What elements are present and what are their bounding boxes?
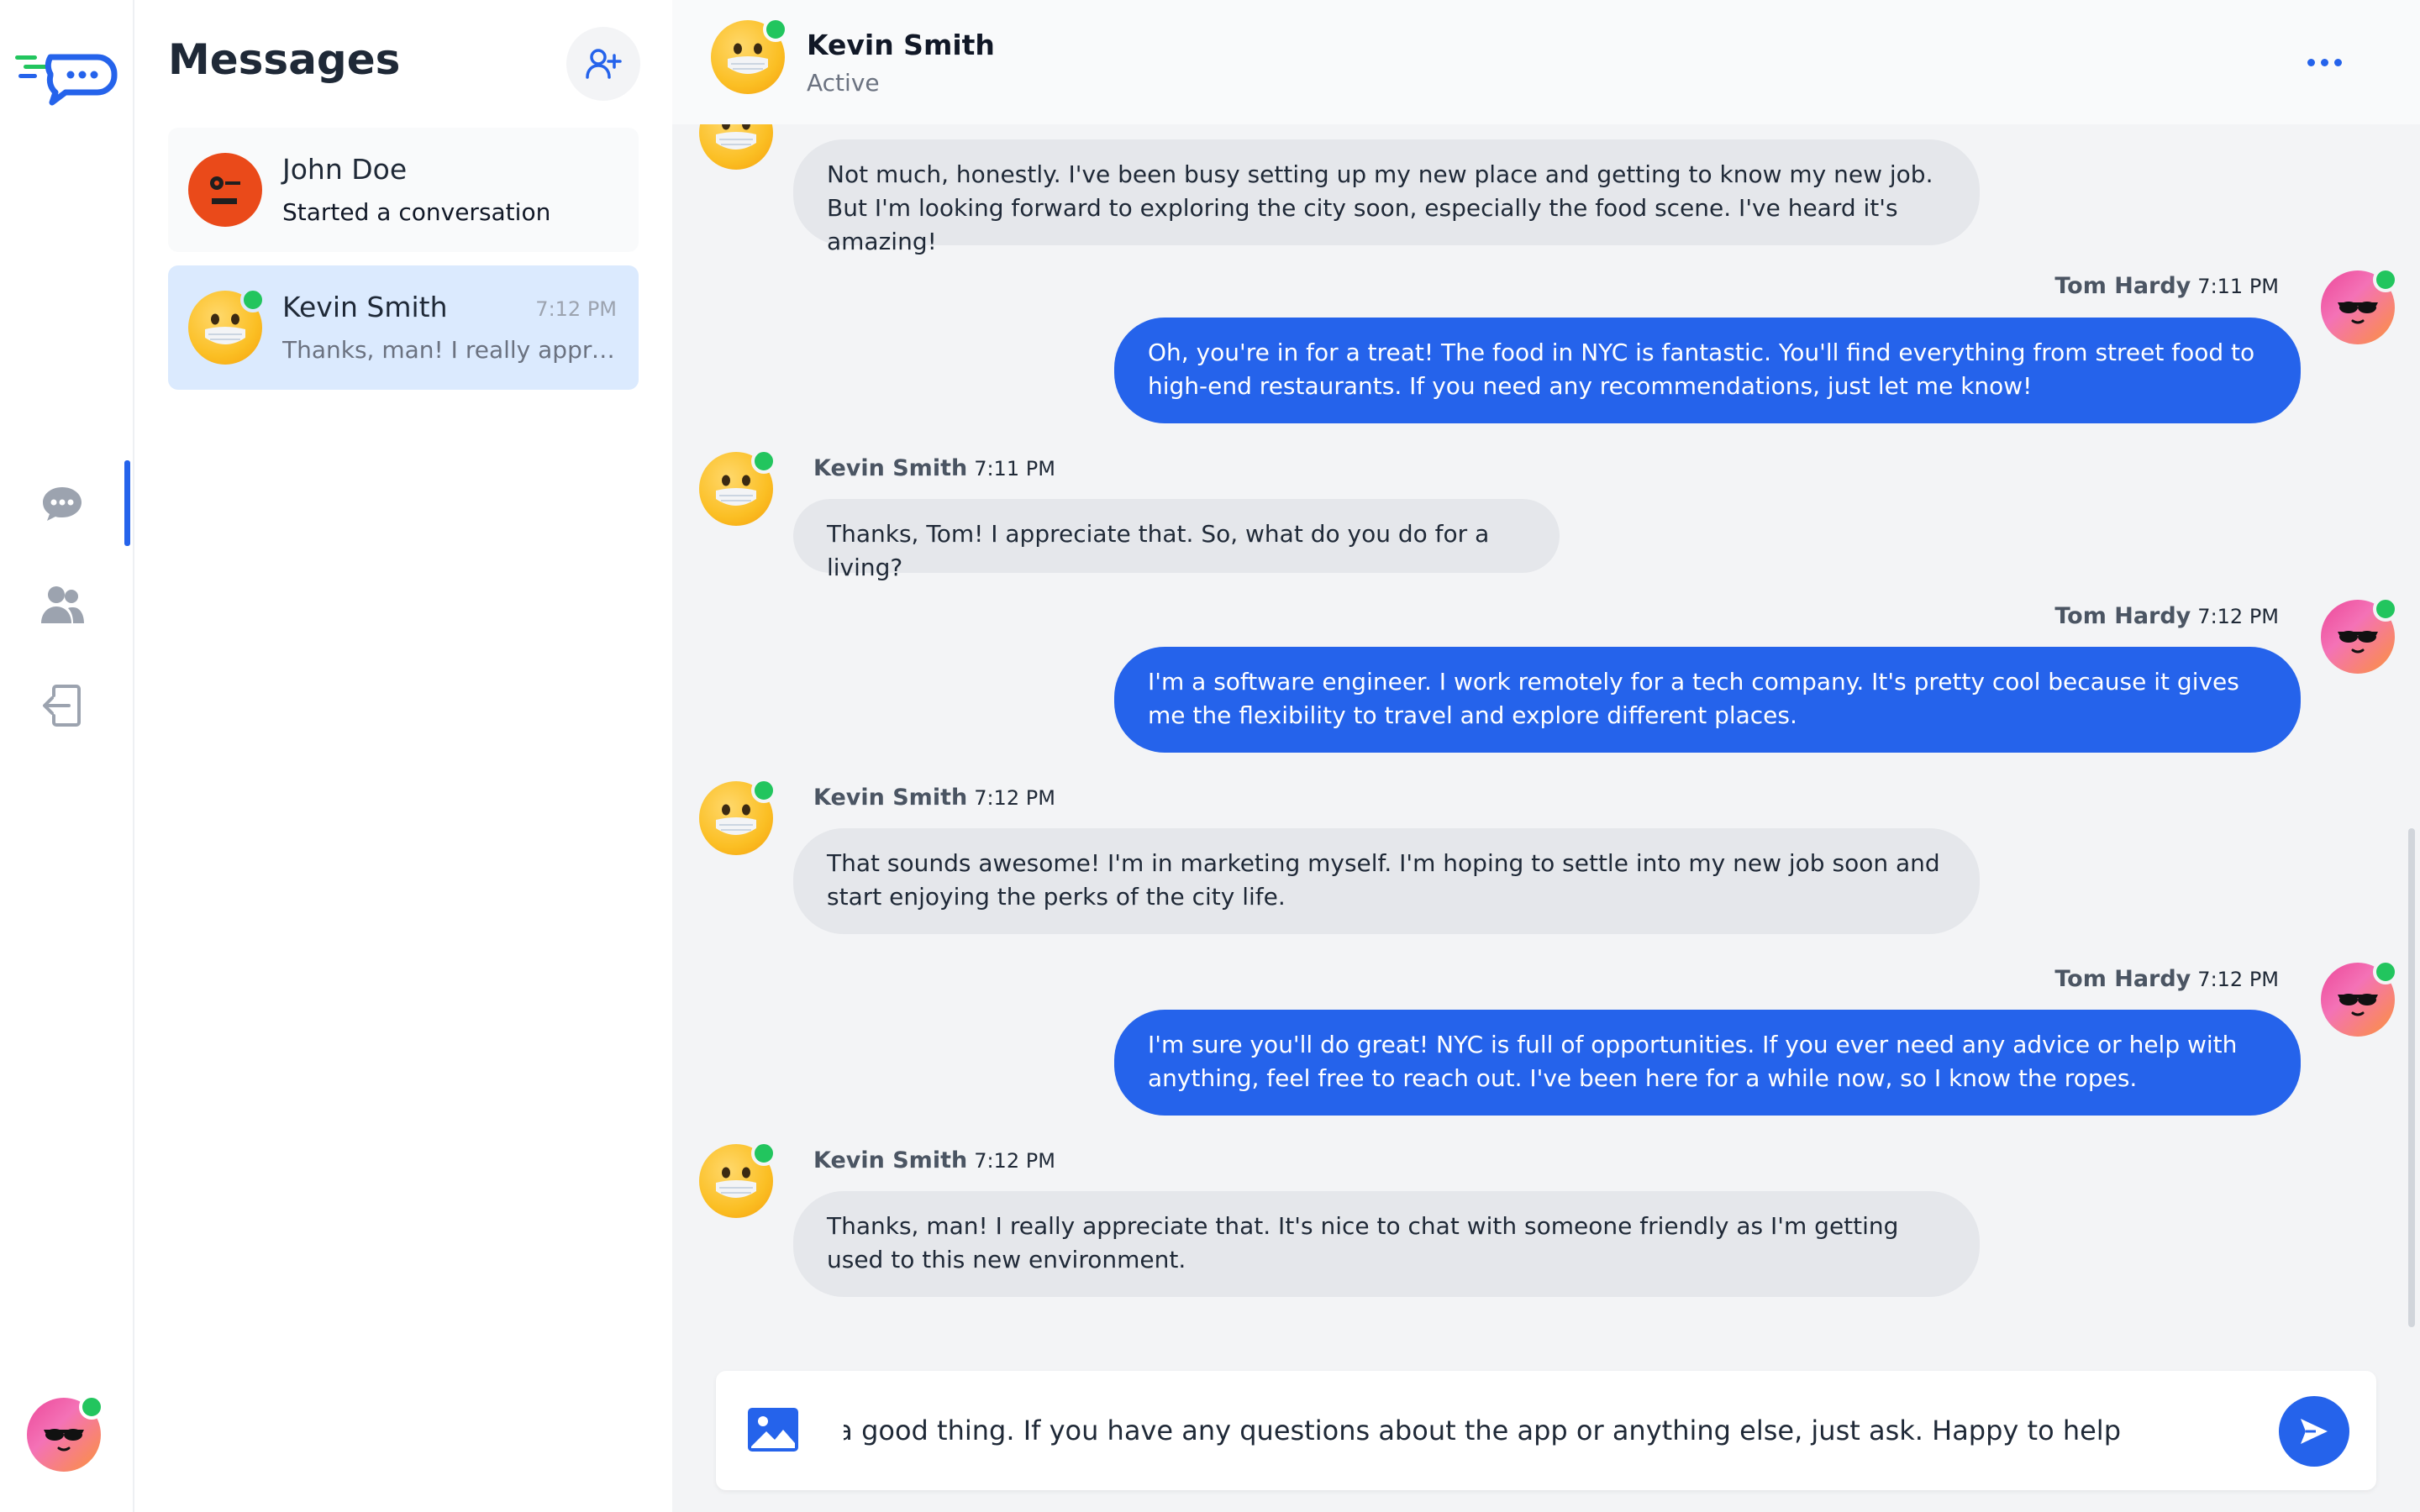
message-input[interactable] bbox=[842, 1404, 2123, 1457]
message-time: 7:11 PM bbox=[2197, 275, 2279, 298]
nav-logout[interactable] bbox=[37, 680, 87, 731]
online-indicator bbox=[79, 1394, 104, 1420]
online-indicator bbox=[751, 1141, 776, 1166]
message-sender: Tom Hardy bbox=[2054, 603, 2191, 629]
message-list[interactable]: Not much, honestly. I've been busy setti… bbox=[672, 124, 2420, 1351]
message-time: 7:12 PM bbox=[2197, 605, 2279, 628]
current-user-avatar[interactable] bbox=[27, 1394, 104, 1472]
avatar bbox=[699, 124, 773, 170]
message-bubble-incoming: Not much, honestly. I've been busy setti… bbox=[793, 139, 1980, 255]
online-indicator bbox=[2373, 596, 2398, 622]
message-sender: Tom Hardy bbox=[2054, 273, 2191, 299]
message-meta: Tom Hardy 7:12 PM bbox=[2054, 966, 2279, 992]
masked-face-icon bbox=[716, 124, 756, 150]
message-meta: Tom Hardy 7:11 PM bbox=[2054, 273, 2279, 299]
message-bubble-incoming: Thanks, man! I really appreciate that. I… bbox=[793, 1191, 1980, 1297]
conversation-preview: Started a conversation bbox=[282, 198, 551, 226]
nav-rail bbox=[0, 0, 134, 1512]
more-dot-icon bbox=[2307, 58, 2315, 66]
conversation-name: Kevin Smith bbox=[282, 291, 448, 323]
message-avatar bbox=[2321, 267, 2398, 344]
message-composer bbox=[716, 1371, 2376, 1490]
more-options-button[interactable] bbox=[2301, 47, 2348, 77]
message-sender: Tom Hardy bbox=[2054, 966, 2191, 992]
message-meta: Kevin Smith 7:11 PM bbox=[813, 455, 1055, 481]
online-indicator bbox=[751, 778, 776, 803]
message-meta: Tom Hardy 7:12 PM bbox=[2054, 603, 2279, 629]
message-bubble-outgoing: Oh, you're in for a treat! The food in N… bbox=[1114, 318, 2301, 423]
avatar bbox=[699, 1141, 776, 1218]
message-avatar bbox=[699, 449, 776, 526]
avatar bbox=[188, 153, 262, 227]
app-logo bbox=[15, 54, 118, 106]
message-time: 7:12 PM bbox=[974, 786, 1055, 810]
robot-face-icon bbox=[210, 176, 240, 204]
message-time: 7:12 PM bbox=[2197, 968, 2279, 991]
message-sender: Kevin Smith bbox=[813, 785, 968, 811]
send-button[interactable] bbox=[2279, 1396, 2349, 1467]
online-indicator bbox=[2373, 959, 2398, 984]
conversation-preview: Thanks, man! I really appreciate that. I… bbox=[282, 336, 618, 364]
message-bubble-outgoing: I'm a software engineer. I work remotely… bbox=[1114, 647, 2301, 753]
message-meta: Kevin Smith 7:12 PM bbox=[813, 1147, 1055, 1173]
message-meta: Kevin Smith 7:12 PM bbox=[813, 785, 1055, 811]
online-indicator bbox=[240, 287, 266, 312]
chat-header: Kevin Smith Active bbox=[672, 0, 2420, 124]
chat-bubble-icon bbox=[43, 487, 82, 521]
avatar bbox=[699, 449, 776, 526]
online-indicator bbox=[751, 449, 776, 474]
more-dot-icon bbox=[2333, 58, 2342, 66]
message-bubble-incoming: That sounds awesome! I'm in marketing my… bbox=[793, 828, 1980, 934]
conversation-time: 7:12 PM bbox=[535, 297, 617, 321]
avatar bbox=[711, 17, 788, 94]
message-avatar bbox=[699, 124, 773, 170]
message-avatar bbox=[2321, 596, 2398, 674]
logout-icon bbox=[43, 685, 81, 727]
avatar bbox=[2321, 267, 2398, 344]
nav-contacts[interactable] bbox=[37, 580, 87, 630]
message-time: 7:12 PM bbox=[974, 1149, 1055, 1173]
chat-contact-name: Kevin Smith bbox=[807, 29, 995, 61]
online-indicator bbox=[763, 17, 788, 42]
message-time: 7:11 PM bbox=[974, 457, 1055, 480]
message-sender: Kevin Smith bbox=[813, 1147, 968, 1173]
nav-active-indicator bbox=[124, 460, 130, 546]
conversation-list-panel: Messages John Doe Started a conversation… bbox=[134, 0, 672, 1512]
message-sender: Kevin Smith bbox=[813, 455, 968, 481]
online-indicator bbox=[2373, 267, 2398, 292]
conversation-item-kevin-smith[interactable]: Kevin Smith 7:12 PM Thanks, man! I reall… bbox=[168, 265, 639, 390]
message-scrollbar[interactable] bbox=[2408, 828, 2415, 1327]
image-icon bbox=[748, 1408, 798, 1452]
avatar bbox=[2321, 959, 2398, 1037]
avatar bbox=[699, 778, 776, 855]
conversation-name: John Doe bbox=[282, 153, 408, 186]
message-avatar bbox=[699, 778, 776, 855]
avatar bbox=[2321, 596, 2398, 674]
panel-title: Messages bbox=[168, 35, 401, 84]
message-bubble-outgoing: I'm sure you'll do great! NYC is full of… bbox=[1114, 1010, 2301, 1116]
avatar bbox=[27, 1394, 104, 1472]
conversation-item-john-doe[interactable]: John Doe Started a conversation bbox=[168, 128, 639, 252]
avatar bbox=[188, 287, 266, 365]
message-avatar bbox=[699, 1141, 776, 1218]
add-user-icon bbox=[586, 49, 622, 79]
send-icon bbox=[2301, 1419, 2328, 1444]
message-avatar bbox=[2321, 959, 2398, 1037]
users-icon bbox=[41, 586, 84, 623]
message-bubble-incoming: Thanks, Tom! I appreciate that. So, what… bbox=[793, 499, 1560, 581]
chat-app: Messages John Doe Started a conversation… bbox=[0, 0, 2420, 1512]
chat-panel: Kevin Smith Active Not much, honestly. I… bbox=[672, 0, 2420, 1512]
attach-image-button[interactable] bbox=[746, 1406, 800, 1453]
chat-contact-status: Active bbox=[807, 69, 880, 97]
add-user-button[interactable] bbox=[566, 27, 640, 101]
more-dot-icon bbox=[2320, 58, 2328, 66]
nav-messages[interactable] bbox=[37, 479, 87, 529]
